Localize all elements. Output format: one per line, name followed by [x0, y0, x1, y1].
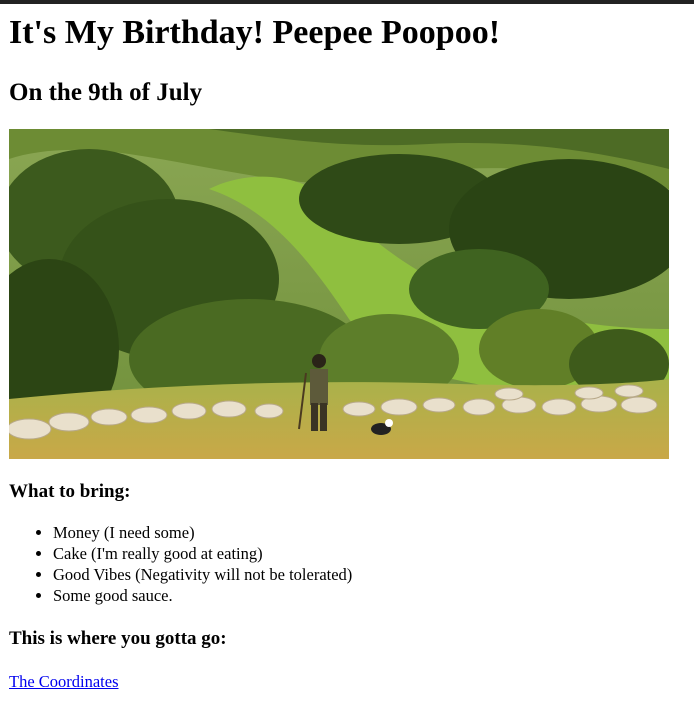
top-border: [0, 0, 694, 4]
list-item: Cake (I'm really good at eating): [53, 543, 352, 564]
date-subtitle: On the 9th of July: [9, 79, 203, 106]
list-item: Money (I need some): [53, 522, 352, 543]
location-heading: This is where you gotta go:: [9, 628, 227, 649]
bring-heading: What to bring:: [9, 481, 131, 502]
landscape-photo: [9, 129, 669, 459]
coordinates-link[interactable]: The Coordinates: [9, 672, 119, 692]
list-item: Some good sauce.: [53, 585, 352, 606]
page-title: It's My Birthday! Peepee Poopoo!: [9, 14, 501, 51]
bring-list: Money (I need some) Cake (I'm really goo…: [9, 522, 352, 606]
list-item: Good Vibes (Negativity will not be toler…: [53, 564, 352, 585]
